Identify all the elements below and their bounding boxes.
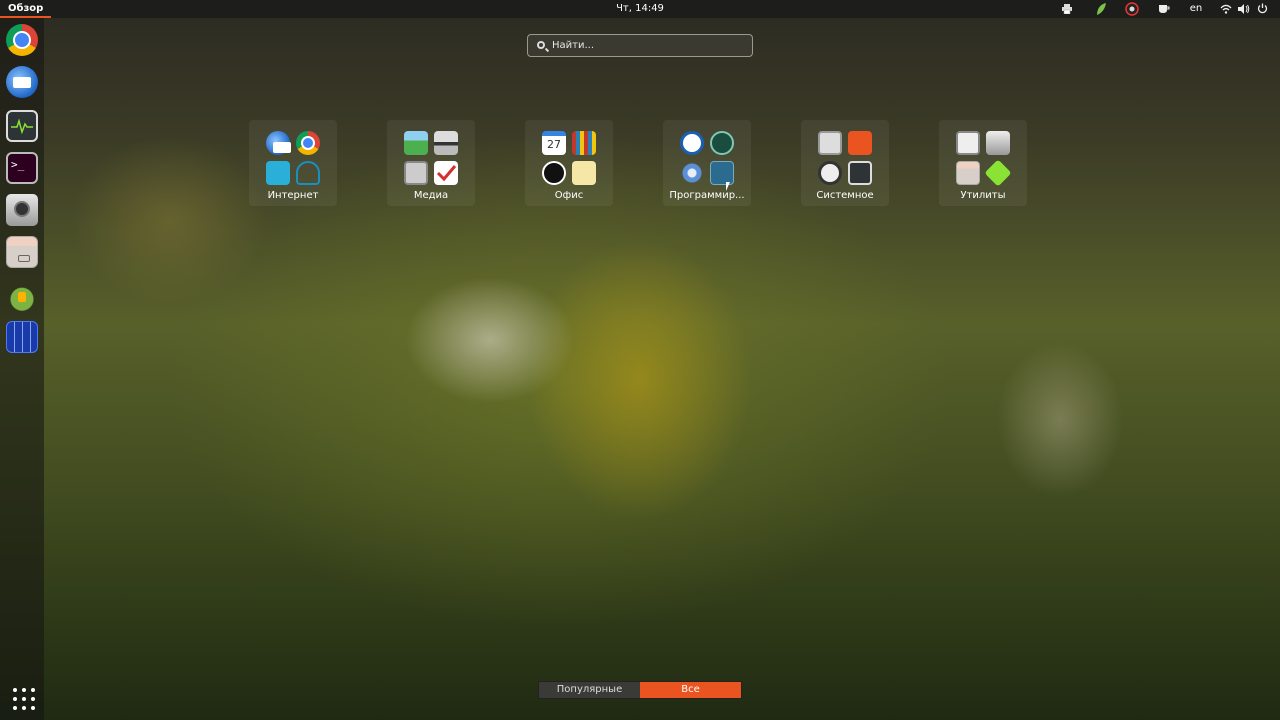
folder-utilities[interactable]: Утилиты: [939, 120, 1027, 206]
activities-button[interactable]: Обзор: [0, 0, 52, 18]
folder-label: Интернет: [267, 190, 319, 201]
files-drawer-icon[interactable]: [6, 236, 38, 268]
recording-icon[interactable]: [1123, 0, 1141, 18]
folder-system[interactable]: Системное: [801, 120, 889, 206]
power-icon[interactable]: [1253, 0, 1271, 18]
screenshot-icon: [986, 131, 1010, 155]
updater-icon: [818, 161, 842, 185]
app-grid-icon[interactable]: [6, 682, 38, 714]
folder-label: Утилиты: [960, 190, 1006, 201]
search-input[interactable]: [552, 37, 742, 54]
folder-media[interactable]: Медиа: [387, 120, 475, 206]
wireless-icon: [266, 161, 290, 185]
android-icon[interactable]: [6, 280, 38, 312]
search-icon: [537, 41, 545, 49]
thunderbird-icon: [266, 131, 291, 155]
thunderbird-icon[interactable]: [6, 66, 38, 98]
terminal-icon[interactable]: >_: [6, 152, 38, 184]
mouse-cursor: [726, 182, 734, 191]
ide-icon: [680, 131, 704, 155]
software-center-icon: [848, 131, 872, 155]
chrome-icon: [296, 131, 320, 155]
calendar-day: 27: [547, 138, 561, 151]
archive-icon: [956, 161, 980, 185]
camera-icon[interactable]: [6, 194, 38, 226]
journal-icon: [542, 161, 566, 185]
folder-label: Медиа: [413, 190, 449, 201]
folder-label: Программир...: [669, 190, 745, 201]
top-bar: Обзор Чт, 14:49 en: [0, 0, 1280, 18]
popular-apps-button[interactable]: Популярные: [539, 682, 640, 698]
system-monitor-icon: [848, 161, 872, 185]
scanner-icon: [434, 131, 458, 155]
chrome-icon[interactable]: [6, 24, 38, 56]
virtualbox-icon[interactable]: [6, 321, 38, 353]
git-icon: [710, 131, 734, 155]
settings-gear-icon: [680, 161, 704, 185]
webcam-icon: [404, 161, 428, 185]
calendar-icon: 27: [542, 131, 566, 155]
folder-programming[interactable]: Программир...: [663, 120, 751, 206]
system-monitor-icon[interactable]: [6, 110, 38, 142]
terminal-prompt: >_: [11, 158, 25, 171]
folder-office[interactable]: 27 Офис: [525, 120, 613, 206]
view-switch: Популярные Все: [538, 681, 742, 699]
read-later-icon: [296, 161, 320, 185]
books-icon: [572, 131, 596, 155]
calculator-icon: [956, 131, 980, 155]
folder-label: Офис: [554, 190, 584, 201]
image-viewer-icon: [404, 131, 428, 155]
all-apps-button[interactable]: Все: [640, 682, 741, 698]
volume-icon[interactable]: [1235, 0, 1253, 18]
folder-label: Системное: [816, 190, 874, 201]
wifi-icon[interactable]: [1217, 0, 1235, 18]
notes-icon: [572, 161, 596, 185]
cube-icon: [984, 159, 1012, 187]
folder-internet[interactable]: Интернет: [249, 120, 337, 206]
leaf-icon[interactable]: [1092, 0, 1110, 18]
checklist-icon: [434, 161, 458, 185]
language-indicator[interactable]: en: [1186, 0, 1206, 18]
control-panel-icon: [818, 131, 842, 155]
clock-area: Чт, 14:49: [0, 0, 1280, 18]
dock: >_: [0, 18, 44, 720]
search-box[interactable]: [527, 34, 753, 57]
cup-icon[interactable]: [1155, 0, 1173, 18]
printer-icon[interactable]: [1058, 0, 1076, 18]
clock[interactable]: Чт, 14:49: [616, 3, 664, 14]
